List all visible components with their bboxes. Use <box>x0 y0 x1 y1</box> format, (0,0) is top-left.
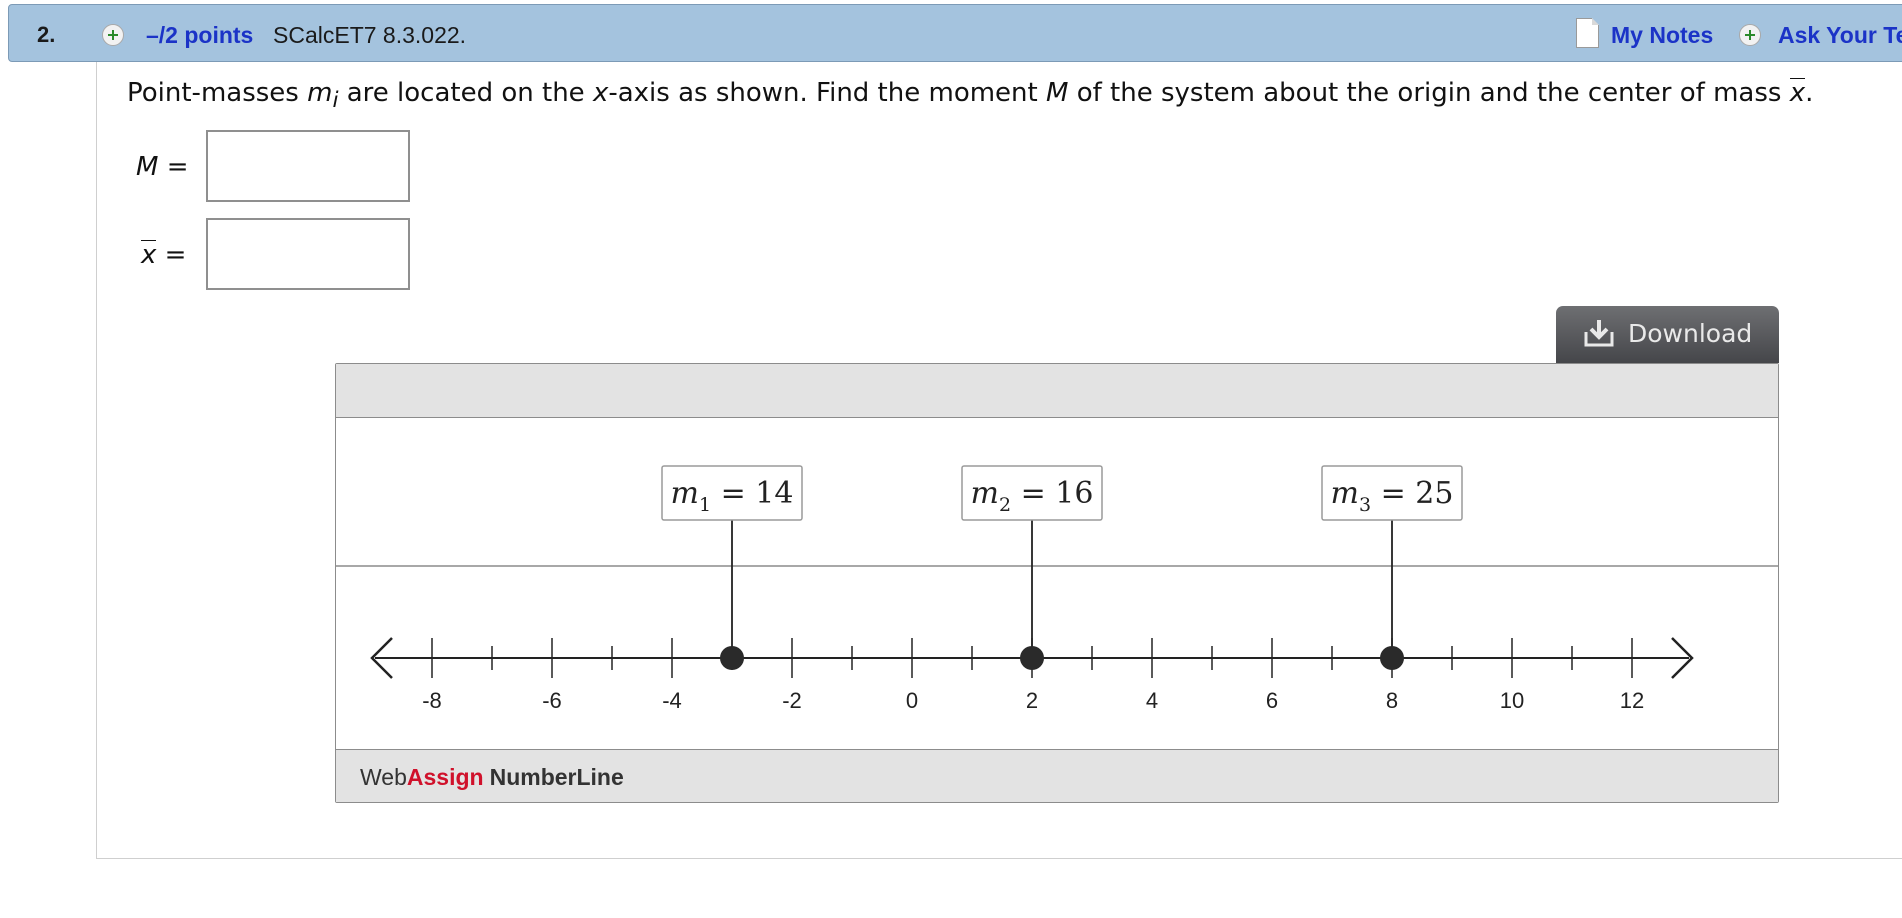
mass-label: m2 = 16 <box>971 476 1094 516</box>
mass-point <box>1020 646 1044 670</box>
tick-label: -6 <box>542 688 562 713</box>
ask-plus-icon[interactable] <box>1739 24 1761 46</box>
tick-label: 0 <box>906 688 918 713</box>
tick-label: 6 <box>1266 688 1278 713</box>
moment-input[interactable] <box>206 130 410 202</box>
numberline-widget: -8 -6 -4 -2 0 2 4 6 8 10 12 m1 = 14 m2 = 16 m3 = 25 W… <box>335 363 1779 803</box>
tick-label: 12 <box>1620 688 1644 713</box>
mass-label: m1 = 14 <box>671 476 794 516</box>
center-of-mass-label: x = <box>141 240 187 270</box>
my-notes-link[interactable]: My Notes <box>1611 22 1713 49</box>
numberline-plot: -8 -6 -4 -2 0 2 4 6 8 10 12 m1 = 14 m2 = 16 m3 = 25 <box>336 465 1778 713</box>
tick-label: -8 <box>422 688 442 713</box>
numberline-footer: WebAssign NumberLine <box>336 749 1778 802</box>
notes-icon[interactable] <box>1576 18 1599 48</box>
question-prompt: Point-masses mi are located on the x-axi… <box>127 78 1814 114</box>
download-icon <box>1584 320 1614 347</box>
moment-label: M = <box>136 152 189 182</box>
tick-label: 2 <box>1026 688 1038 713</box>
webassign-logo: WebAssign NumberLine <box>360 764 624 790</box>
mass-point <box>720 646 744 670</box>
expand-plus-icon[interactable] <box>102 24 124 46</box>
mass-point <box>1380 646 1404 670</box>
points-link[interactable]: –/2 points <box>146 22 253 49</box>
ask-teacher-link[interactable]: Ask Your Te <box>1778 22 1902 49</box>
tick-label: 4 <box>1146 688 1158 713</box>
download-label: Download <box>1628 319 1753 348</box>
tick-label: -4 <box>662 688 682 713</box>
question-number: 2. <box>37 22 56 47</box>
question-header: 2. –/2 points SCalcET7 8.3.022. My Notes… <box>8 4 1902 62</box>
tick-label: 10 <box>1500 688 1524 713</box>
download-button[interactable]: Download <box>1556 306 1779 363</box>
question-id: SCalcET7 8.3.022. <box>273 22 467 48</box>
mass-label: m3 = 25 <box>1331 476 1454 516</box>
center-of-mass-input[interactable] <box>206 218 410 290</box>
tick-label: -2 <box>782 688 802 713</box>
tick-label: 8 <box>1386 688 1398 713</box>
